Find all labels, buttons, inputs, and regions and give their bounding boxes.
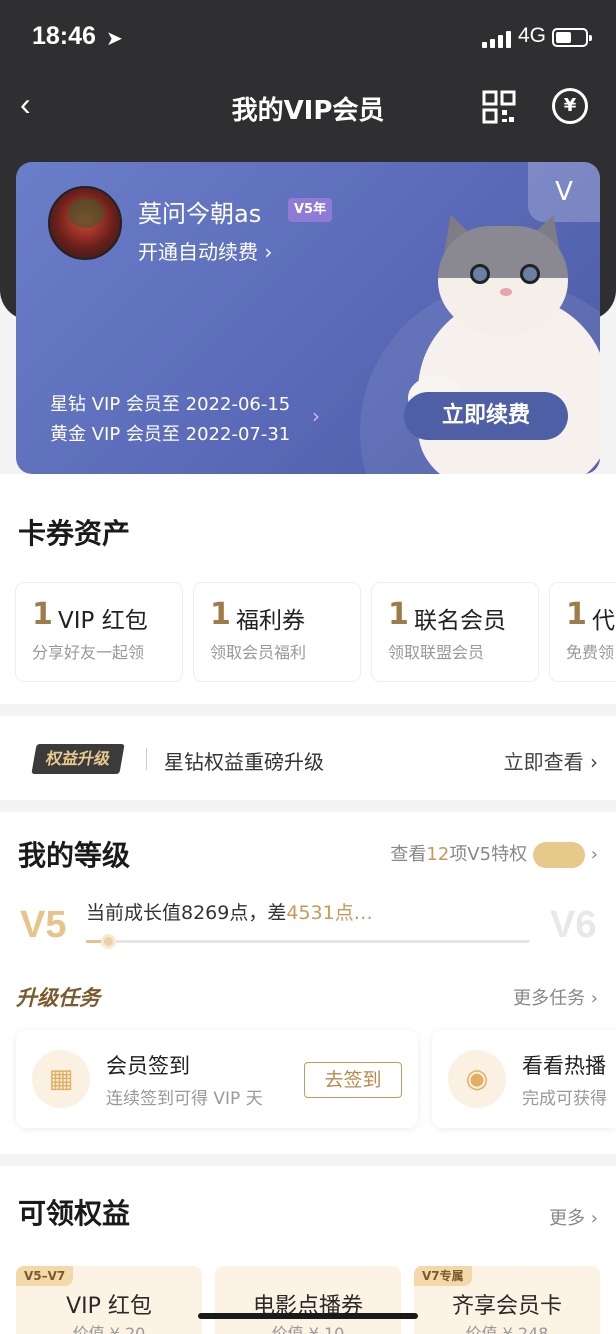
signal-icon (482, 30, 512, 48)
status-bar: 18:46 ➤ 4G (0, 20, 616, 56)
username: 莫问今朝as (138, 200, 262, 228)
asset-card-coupon[interactable]: 1 福利券 领取会员福利 (194, 583, 360, 681)
expiry-diamond: 星钻 VIP 会员至 2022-06-15 (50, 394, 291, 415)
progress-knob (101, 934, 117, 949)
level-progress-bar (86, 934, 530, 949)
next-level: V6 (550, 904, 597, 946)
task-title: 升级任务 (16, 986, 100, 1010)
avatar[interactable] (48, 186, 122, 260)
benefits-title: 可领权益 (18, 1197, 131, 1230)
privileges-link[interactable]: 查看12项V5特权 › (390, 840, 598, 868)
video-icon: ◉ (448, 1050, 506, 1108)
benefit-card[interactable]: V5–V7 VIP 红包 价值 ¥ 20 (16, 1266, 202, 1334)
checkin-button[interactable]: 去签到 (304, 1062, 402, 1098)
level-title: 我的等级 (18, 839, 131, 872)
network-type: 4G (518, 24, 547, 47)
upgrade-tag: 权益升级 (31, 744, 125, 774)
renew-button[interactable]: 立即续费 (404, 392, 568, 440)
battery-icon (552, 28, 592, 47)
page-title: 我的VIP会员 (231, 96, 385, 126)
upgrade-text: 星钻权益重磅升级 (164, 750, 324, 774)
asset-card-partial[interactable]: 1 代 免费领 (550, 583, 616, 681)
nav-bar: ‹ 我的VIP会员 ¥ (0, 80, 616, 136)
assets-title: 卡券资产 (18, 517, 131, 550)
vip-level-badge: V5年 (288, 198, 333, 222)
location-arrow-icon: ➤ (106, 26, 123, 50)
benefit-card[interactable]: V7专属 齐享会员卡 价值 ¥ 248 (414, 1266, 600, 1334)
current-level: V5 (20, 904, 67, 946)
expiry-gold: 黄金 VIP 会员至 2022-07-31 (50, 424, 291, 445)
level-section: 我的等级 查看12项V5特权 › V5 当前成长值8269点，差4531点… V… (0, 812, 616, 1154)
privilege-badges-icon (533, 842, 586, 868)
expiry-chevron-icon[interactable]: › (312, 404, 320, 428)
benefit-card[interactable]: 电影点播券 价值 ¥ 10 (215, 1266, 401, 1334)
upgrade-banner[interactable]: 权益升级 星钻权益重磅升级 立即查看 › (0, 716, 616, 800)
asset-card-vip-redpacket[interactable]: 1 VIP 红包 分享好友一起领 (16, 583, 182, 681)
task-card-checkin[interactable]: ▦ 会员签到 连续签到可得 VIP 天 去签到 (16, 1030, 418, 1128)
growth-text: 当前成长值8269点，差4531点… (86, 902, 373, 924)
upgrade-view-link[interactable]: 立即查看 › (504, 746, 598, 775)
status-time: 18:46 (32, 22, 96, 50)
calendar-icon: ▦ (32, 1050, 90, 1108)
asset-card-co-branded[interactable]: 1 联名会员 领取联盟会员 (372, 583, 538, 681)
more-tasks-link[interactable]: 更多任务 › (513, 984, 598, 1010)
auto-renew-link[interactable]: 开通自动续费 › (138, 236, 272, 265)
benefits-section: 可领权益 更多 › V5–V7 VIP 红包 价值 ¥ 20 电影点播券 价值 … (0, 1166, 616, 1334)
task-card-watch[interactable]: ◉ 看看热播 完成可获得 (432, 1030, 616, 1128)
vip-card: 莫问今朝as V5年 开通自动续费 › V 星钻 VIP 会员至 2022-06… (16, 162, 600, 474)
coin-exchange-icon[interactable]: ¥ (552, 88, 588, 124)
qr-code-icon[interactable] (482, 90, 516, 124)
divider (146, 748, 147, 770)
benefits-more-link[interactable]: 更多 › (549, 1204, 598, 1230)
home-indicator[interactable] (198, 1313, 418, 1319)
